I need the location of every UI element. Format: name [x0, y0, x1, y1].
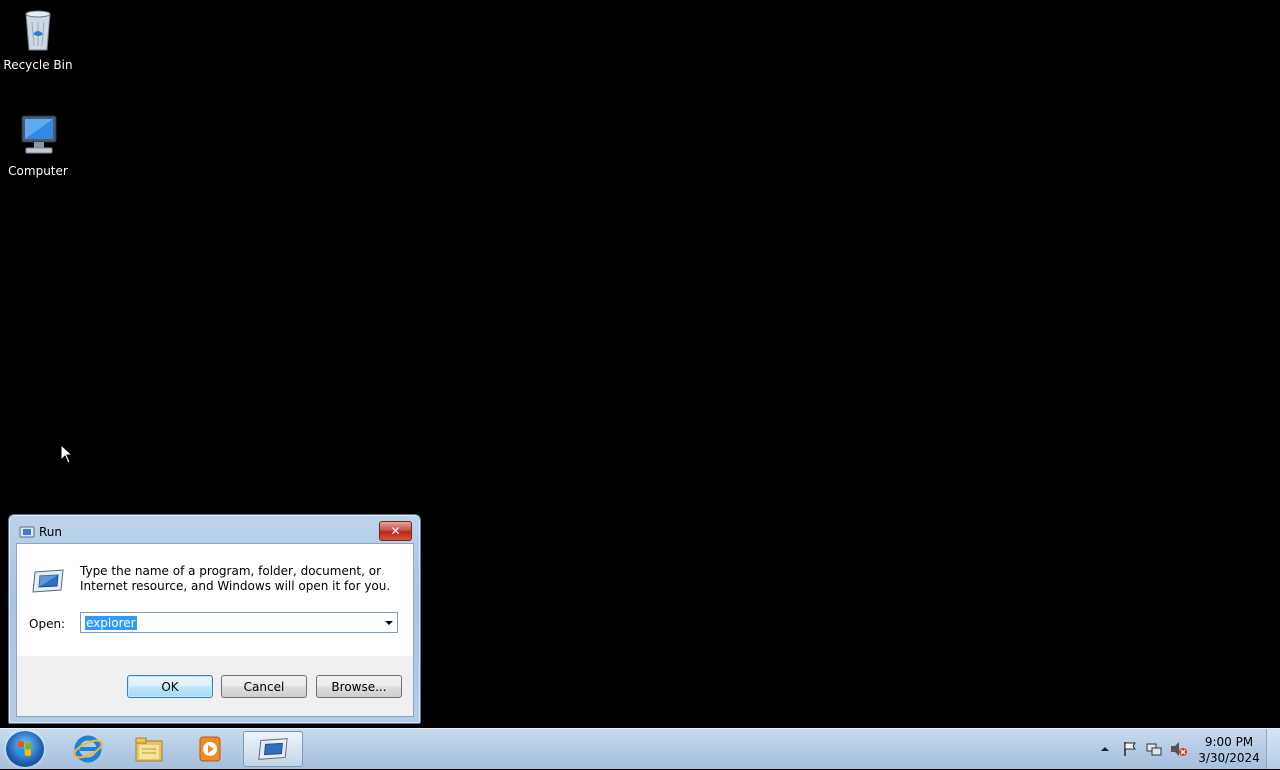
dialog-titlebar[interactable]: Run: [19, 523, 62, 541]
show-desktop-button[interactable]: [1266, 729, 1280, 769]
media-player-icon: [199, 736, 221, 762]
windows-logo-icon: [18, 741, 31, 756]
run-icon: [19, 526, 35, 538]
cancel-button[interactable]: Cancel: [221, 675, 307, 698]
start-button[interactable]: [6, 731, 44, 767]
desktop-icon-computer[interactable]: Computer: [0, 112, 76, 178]
desktop-icon-label: Recycle Bin: [3, 58, 73, 72]
open-label: Open:: [29, 617, 66, 631]
clock-time: 9:00 PM: [1204, 735, 1254, 749]
mouse-cursor-icon: [60, 444, 74, 464]
windows-explorer-icon: [135, 737, 163, 762]
run-program-icon: [32, 569, 64, 593]
internet-explorer-icon: [73, 735, 103, 763]
dialog-title: Run: [39, 525, 63, 539]
volume-muted-icon[interactable]: [1170, 741, 1188, 757]
dialog-description: Type the name of a program, folder, docu…: [80, 564, 391, 593]
browse-button[interactable]: Browse...: [316, 675, 402, 698]
action-center-flag-icon[interactable]: [1122, 741, 1138, 757]
taskbar-media-player[interactable]: [182, 731, 238, 767]
desktop-icon-label: Computer: [8, 164, 68, 178]
computer-icon: [14, 112, 62, 160]
ok-button[interactable]: OK: [127, 675, 213, 698]
network-icon[interactable]: [1146, 741, 1162, 757]
run-icon: [258, 738, 288, 760]
desktop-icon-recycle-bin[interactable]: Recycle Bin: [0, 6, 76, 72]
system-clock[interactable]: 9:00 PM 3/30/2024: [1196, 734, 1262, 766]
run-dialog: Run ✕ Type the name of a program, folder…: [8, 514, 421, 724]
close-button[interactable]: ✕: [379, 521, 412, 541]
taskbar-windows-explorer[interactable]: [121, 731, 177, 767]
chevron-down-icon[interactable]: [385, 621, 393, 625]
close-icon: ✕: [390, 524, 401, 538]
open-input-value[interactable]: explorer: [85, 616, 137, 630]
show-hidden-icons-icon[interactable]: [1100, 744, 1110, 754]
open-combobox[interactable]: explorer: [80, 612, 398, 633]
taskbar-run[interactable]: [243, 731, 303, 767]
taskbar: 9:00 PM 3/30/2024: [0, 728, 1280, 769]
taskbar-internet-explorer[interactable]: [60, 731, 116, 767]
clock-date: 3/30/2024: [1198, 751, 1260, 765]
recycle-bin-icon: [14, 6, 62, 54]
dialog-client-area: Type the name of a program, folder, docu…: [16, 543, 414, 717]
